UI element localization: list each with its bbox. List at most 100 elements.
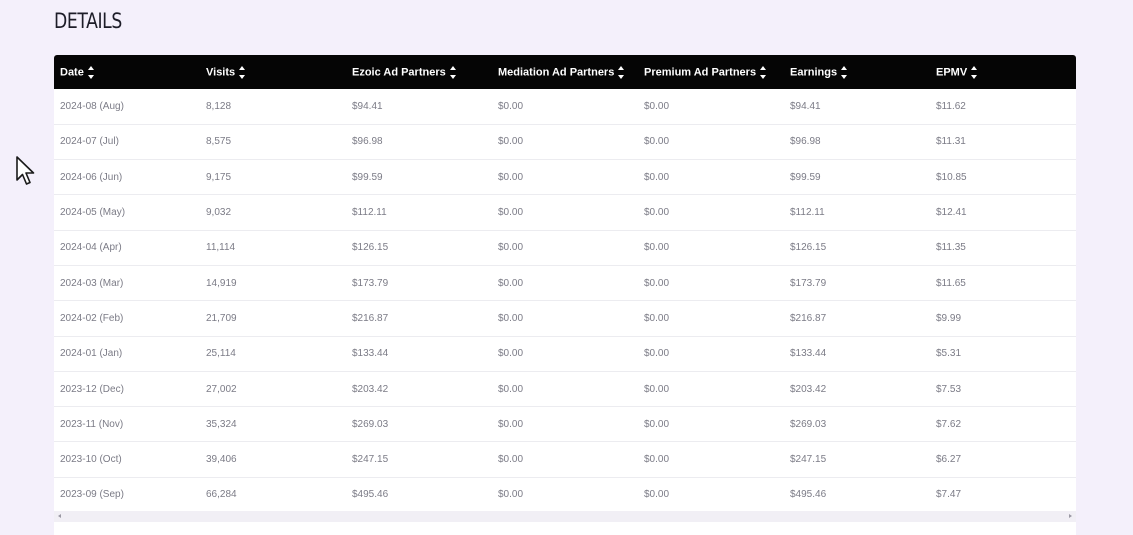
table-cell: 14,919	[206, 277, 237, 289]
header-row: Date Visits Ezoic Ad Partners Mediation Ad …	[54, 55, 1076, 89]
table-cell: $133.44	[790, 348, 827, 360]
table-cell: $5.31	[936, 348, 962, 360]
table-cell: $99.59	[352, 171, 383, 183]
table-cell: $0.00	[644, 100, 670, 112]
table-row: 2024-02 (Feb) 21,709 $216.87 $0.00 $0.00 $216…	[54, 301, 1076, 337]
scroll-left-icon[interactable]	[58, 514, 61, 518]
table-cell: $9.99	[936, 312, 962, 324]
table-cell: 8,575	[206, 136, 232, 148]
table-cell: 66,284	[206, 489, 237, 501]
table-row: 2024-06 (Jun) 9,175 $99.59 $0.00 $0.00 $99.59…	[54, 160, 1076, 195]
table-cell: 2024-05 (May)	[60, 207, 126, 219]
table-cell: $247.15	[790, 454, 827, 466]
table-cell: $173.79	[352, 277, 389, 289]
table-cell: $247.15	[352, 454, 389, 466]
table-cell: 35,324	[206, 418, 237, 430]
sort-icon[interactable]	[760, 65, 767, 80]
table-cell: $203.42	[790, 383, 827, 395]
table-cell: 2024-08 (Aug)	[60, 100, 124, 112]
table-cell: 9,175	[206, 171, 232, 183]
column-header-label: EPMV	[936, 65, 968, 78]
table-cell: 21,709	[206, 312, 237, 324]
table-cell: $96.98	[352, 136, 383, 148]
table-cell: $96.98	[790, 136, 821, 148]
column-header[interactable]: Ezoic Ad Partners	[346, 55, 492, 89]
details-table: Date Visits Ezoic Ad Partners Mediation Ad …	[54, 55, 1076, 513]
sort-icon[interactable]	[618, 65, 625, 80]
column-header[interactable]: Visits	[200, 55, 346, 89]
table-row: 2024-08 (Aug) 8,128 $94.41 $0.00 $0.00 $94.41…	[54, 89, 1076, 125]
table-cell: $0.00	[498, 383, 524, 395]
table-cell: $0.00	[498, 454, 524, 466]
table-cell: $0.00	[644, 277, 670, 289]
sort-icon[interactable]	[87, 65, 95, 80]
table-cell: 2023-11 (Nov)	[60, 418, 124, 430]
sort-icon[interactable]	[841, 65, 848, 80]
sort-icon[interactable]	[239, 65, 246, 80]
sort-icon[interactable]	[449, 65, 457, 80]
table-cell: $94.41	[790, 100, 821, 112]
column-header[interactable]: EPMV	[930, 55, 1076, 89]
table-cell: 25,114	[206, 348, 236, 360]
table-header: Date Visits Ezoic Ad Partners Mediation Ad …	[54, 55, 1076, 89]
table-cell: 39,406	[206, 454, 237, 466]
scroll-right-icon[interactable]	[1069, 514, 1072, 518]
table-cell: 2024-07 (Jul)	[60, 136, 119, 148]
table-cell: $216.87	[790, 312, 827, 324]
table-cell: 2024-02 (Feb)	[60, 312, 124, 324]
table-cell: $0.00	[644, 207, 670, 219]
table-row: 2023-11 (Nov) 35,324 $269.03 $0.00 $0.00 $269…	[54, 407, 1076, 442]
table-cell: $269.03	[790, 418, 827, 430]
table-cell: $0.00	[498, 207, 524, 219]
table-cell: $112.11	[352, 207, 387, 219]
table-cell: 2024-03 (Mar)	[60, 277, 124, 289]
table-cell: $7.53	[936, 383, 962, 395]
table-cell: $11.62	[936, 100, 966, 112]
table-body: 2024-08 (Aug) 8,128 $94.41 $0.00 $0.00 $94.41…	[54, 89, 1076, 513]
column-header-label: Date	[60, 65, 84, 78]
details-table-container: Date Visits Ezoic Ad Partners Mediation Ad …	[54, 55, 1076, 514]
sort-icon[interactable]	[971, 65, 978, 80]
table-cell: $112.11	[790, 207, 825, 219]
table-row: 2024-07 (Jul) 8,575 $96.98 $0.00 $0.00 $96.98…	[54, 124, 1076, 160]
column-header[interactable]: Date	[54, 55, 200, 89]
table-cell: 2023-10 (Oct)	[60, 454, 122, 466]
table-cell: $11.31	[936, 136, 966, 148]
table-cell: $203.42	[352, 383, 389, 395]
table-cell: 8,128	[206, 100, 232, 112]
table-cell: $0.00	[498, 489, 524, 501]
table-cell: $495.46	[790, 489, 827, 501]
table-row: 2024-05 (May) 9,032 $112.11 $0.00 $0.00 $112.…	[54, 195, 1076, 231]
table-cell: $0.00	[644, 489, 670, 501]
table-cell: 2023-12 (Dec)	[60, 383, 124, 395]
table-cell: $0.00	[644, 312, 670, 324]
table-cell: $0.00	[498, 312, 524, 324]
table-row: 2024-04 (Apr) 11,114 $126.15 $0.00 $0.00 $126…	[54, 230, 1076, 266]
table-cell: 9,032	[206, 207, 232, 219]
table-cell: $126.15	[352, 242, 389, 254]
horizontal-scrollbar[interactable]	[54, 511, 1076, 522]
table-row: 2024-01 (Jan) 25,114 $133.44 $0.00 $0.00 $133…	[54, 336, 1076, 372]
table-cell: $216.87	[352, 312, 389, 324]
table-cell: $0.00	[498, 348, 524, 360]
column-header[interactable]: Mediation Ad Partners	[492, 55, 638, 89]
table-cell: 27,002	[206, 383, 237, 395]
table-cell: $0.00	[644, 418, 670, 430]
table-row: 2023-12 (Dec) 27,002 $203.42 $0.00 $0.00 $203…	[54, 371, 1076, 407]
table-cell: $133.44	[352, 348, 389, 360]
table-cell: $11.65	[936, 277, 966, 289]
table-cell: $12.41	[936, 207, 967, 219]
table-footer-area	[54, 522, 1076, 535]
column-header[interactable]: Earnings	[784, 55, 930, 89]
table-cell: $126.15	[790, 242, 827, 254]
table-cell: $495.46	[352, 489, 389, 501]
table-cell: $11.35	[936, 242, 966, 254]
column-header-label: Earnings	[790, 65, 838, 78]
table-cell: $0.00	[498, 242, 524, 254]
table-cell: 2024-04 (Apr)	[60, 242, 122, 254]
table-cell: $0.00	[498, 171, 524, 183]
table-cell: $0.00	[644, 136, 670, 148]
table-row: 2023-10 (Oct) 39,406 $247.15 $0.00 $0.00 $247…	[54, 442, 1076, 478]
column-header[interactable]: Premium Ad Partners	[638, 55, 784, 89]
table-cell: 2024-01 (Jan)	[60, 348, 123, 360]
